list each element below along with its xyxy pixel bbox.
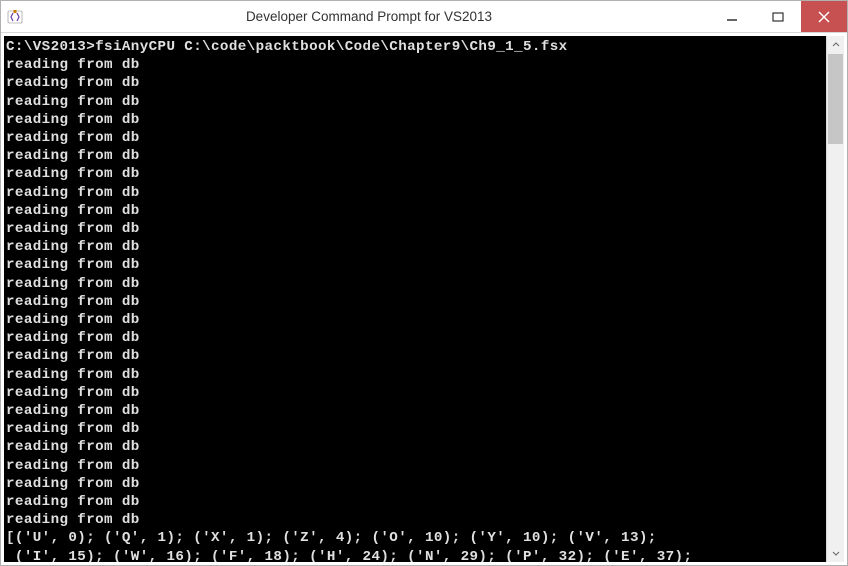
scroll-thumb[interactable] [828, 54, 843, 144]
window-title: Developer Command Prompt for VS2013 [29, 9, 709, 24]
close-button[interactable] [801, 1, 847, 32]
terminal-output[interactable]: C:\VS2013>fsiAnyCPU C:\code\packtbook\Co… [4, 36, 826, 562]
scroll-track[interactable] [827, 54, 844, 544]
chevron-up-icon [832, 41, 840, 49]
maximize-icon [772, 11, 784, 23]
window-controls [709, 1, 847, 32]
minimize-button[interactable] [709, 1, 755, 32]
client-area: C:\VS2013>fsiAnyCPU C:\code\packtbook\Co… [1, 33, 847, 565]
chevron-down-icon [832, 549, 840, 557]
maximize-button[interactable] [755, 1, 801, 32]
scroll-up-button[interactable] [827, 36, 844, 54]
close-icon [818, 11, 830, 23]
minimize-icon [726, 11, 738, 23]
scroll-down-button[interactable] [827, 544, 844, 562]
vertical-scrollbar[interactable] [826, 36, 844, 562]
vs-command-prompt-icon [1, 9, 29, 25]
titlebar[interactable]: Developer Command Prompt for VS2013 [1, 1, 847, 33]
